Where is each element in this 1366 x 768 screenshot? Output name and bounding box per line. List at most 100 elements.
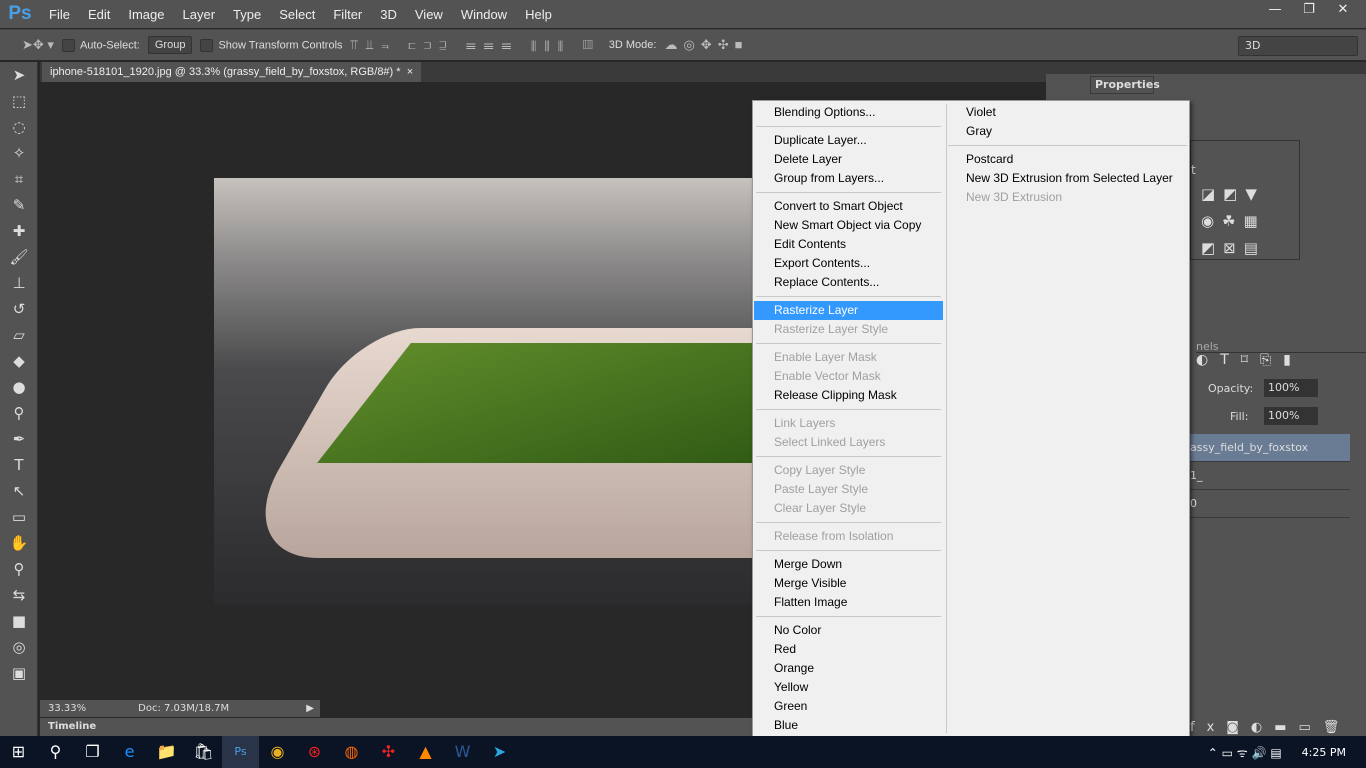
file-explorer-icon[interactable]: 📁 (148, 736, 185, 768)
quick-mask-icon[interactable]: ◎ (0, 634, 38, 660)
photoshop-icon[interactable]: Ps (222, 736, 259, 768)
menu-type[interactable]: Type (224, 7, 270, 22)
show-transform-checkbox[interactable]: Show Transform Controls (200, 38, 343, 52)
menu-view[interactable]: View (406, 7, 452, 22)
search-icon[interactable]: ⚲ (37, 736, 74, 768)
stamp-tool-icon[interactable]: ⊥ (0, 270, 38, 296)
align-icons[interactable]: ⫪⫫⫬ ⊏⊐⊒ ☰☰☰ ⫴⫴⫴ ▥ (351, 37, 601, 53)
store-icon[interactable]: 🛍 (185, 736, 222, 768)
menu-image[interactable]: Image (119, 7, 173, 22)
restore-button[interactable]: ❐ (1292, 0, 1326, 20)
menu-item-new-3d-extrusion-from-selected-layer[interactable]: New 3D Extrusion from Selected Layer (946, 169, 1189, 188)
auto-select-checkbox[interactable]: Auto-Select: (61, 38, 140, 52)
menu-item-group-from-layers[interactable]: Group from Layers... (754, 169, 943, 188)
menu-item-orange[interactable]: Orange (754, 659, 943, 678)
menu-item-red[interactable]: Red (754, 640, 943, 659)
pen-tool-icon[interactable]: ✒ (0, 426, 38, 452)
menu-item-replace-contents[interactable]: Replace Contents... (754, 273, 943, 292)
layer-row[interactable]: assy_field_by_foxstox (1190, 434, 1350, 462)
workspace-select[interactable]: 3D (1238, 36, 1358, 56)
eraser-tool-icon[interactable]: ▱ (0, 322, 38, 348)
hand-tool-icon[interactable]: ✋ (0, 530, 38, 556)
marquee-tool-icon[interactable]: ⬚ (0, 88, 38, 114)
menu-item-merge-visible[interactable]: Merge Visible (754, 574, 943, 593)
chrome-icon[interactable]: ◉ (259, 736, 296, 768)
layer-context-menu: Blending Options... Duplicate Layer... Del… (752, 100, 1190, 737)
menu-filter[interactable]: Filter (324, 7, 371, 22)
menu-item-blending-options[interactable]: Blending Options... (754, 103, 943, 122)
menu-item-release-clipping-mask[interactable]: Release Clipping Mask (754, 386, 943, 405)
vlc-icon[interactable]: ▲ (407, 736, 444, 768)
paint-bucket-tool-icon[interactable]: ◆ (0, 348, 38, 374)
rectangle-tool-icon[interactable]: ▭ (0, 504, 38, 530)
dodge-tool-icon[interactable]: ● (0, 374, 38, 400)
menu-item-green[interactable]: Green (754, 697, 943, 716)
history-brush-tool-icon[interactable]: ↺ (0, 296, 38, 322)
clock[interactable]: 4:25 PM (1302, 746, 1346, 759)
menu-item-violet[interactable]: Violet (946, 103, 1189, 122)
layer-row[interactable]: 1_ (1190, 462, 1350, 490)
layer-filter-icons[interactable]: ◐T⌑⎘▮ (1196, 352, 1303, 368)
menu-item-flatten-image[interactable]: Flatten Image (754, 593, 943, 612)
close-button[interactable]: ✕ (1326, 0, 1360, 20)
edge-icon[interactable]: e (111, 736, 148, 768)
word-icon[interactable]: W (444, 736, 481, 768)
brush-tool-icon[interactable]: 🖌 (0, 244, 38, 270)
fill-input[interactable]: 100% (1264, 407, 1318, 425)
menu-edit[interactable]: Edit (79, 7, 119, 22)
adjustment-icons[interactable]: ◪◩▼ ◉☘▦ ◩⊠▤ (1201, 181, 1266, 262)
menu-item-delete-layer[interactable]: Delete Layer (754, 150, 943, 169)
minimize-button[interactable]: — (1258, 0, 1292, 20)
screen-mode-icon[interactable]: ▣ (0, 660, 38, 686)
color-swatches-icon[interactable]: ■ (0, 608, 38, 634)
menu-help[interactable]: Help (516, 7, 561, 22)
menu-item-yellow[interactable]: Yellow (754, 678, 943, 697)
lasso-tool-icon[interactable]: ◌ (0, 114, 38, 140)
app-icon[interactable]: ⊛ (296, 736, 333, 768)
path-select-tool-icon[interactable]: ↖ (0, 478, 38, 504)
3d-mode-icons[interactable]: ☁◎✥✣■ (664, 37, 748, 53)
system-tray-icons[interactable]: ⌃ ▭ ᯤ 🔊 ▤ (1208, 744, 1282, 761)
group-select[interactable]: Group (147, 36, 193, 54)
healing-tool-icon[interactable]: ✚ (0, 218, 38, 244)
move-tool-icon[interactable]: ➤✥ ▾ (22, 37, 54, 53)
app2-icon[interactable]: ✣ (370, 736, 407, 768)
menu-item-convert-to-smart-object[interactable]: Convert to Smart Object (754, 197, 943, 216)
menu-item-gray[interactable]: Gray (946, 122, 1189, 141)
firefox-icon[interactable]: ◍ (333, 736, 370, 768)
crop-tool-icon[interactable]: ⌗ (0, 166, 38, 192)
telegram-icon[interactable]: ➤ (481, 736, 518, 768)
zoom-tool-icon[interactable]: ⚲ (0, 556, 38, 582)
eyedropper-tool-icon[interactable]: ✎ (0, 192, 38, 218)
menu-item-export-contents[interactable]: Export Contents... (754, 254, 943, 273)
menu-item-new-smart-object-via-copy[interactable]: New Smart Object via Copy (754, 216, 943, 235)
layer-action-icons[interactable]: fx◙◐▬▭🗑 (1190, 720, 1351, 735)
canvas-image[interactable] (214, 178, 760, 605)
start-icon[interactable]: ⊞ (0, 736, 37, 768)
blur-tool-icon[interactable]: ⚲ (0, 400, 38, 426)
move-tool-icon[interactable]: ➤ (0, 62, 38, 88)
menu-select[interactable]: Select (270, 7, 324, 22)
document-tab[interactable]: iphone-518101_1920.jpg @ 33.3% (grassy_f… (42, 62, 422, 82)
opacity-input[interactable]: 100% (1264, 379, 1318, 397)
swap-colors-icon[interactable]: ⇆ (0, 582, 38, 608)
menu-item-blue[interactable]: Blue (754, 716, 943, 735)
menu-window[interactable]: Window (452, 7, 516, 22)
menu-item-duplicate-layer[interactable]: Duplicate Layer... (754, 131, 943, 150)
close-tab-icon[interactable]: × (407, 66, 413, 78)
properties-tab[interactable]: Properties (1090, 76, 1160, 94)
menu-layer[interactable]: Layer (174, 7, 225, 22)
status-arrow-icon[interactable]: ▶ (306, 703, 314, 714)
menu-3d[interactable]: 3D (371, 7, 406, 22)
menu-item-merge-down[interactable]: Merge Down (754, 555, 943, 574)
layer-row[interactable]: 0 (1190, 490, 1350, 518)
menu-item-postcard[interactable]: Postcard (946, 150, 1189, 169)
menu-file[interactable]: File (40, 7, 79, 22)
magic-wand-tool-icon[interactable]: ✧ (0, 140, 38, 166)
type-tool-icon[interactable]: T (0, 452, 38, 478)
menu-item-no-color[interactable]: No Color (754, 621, 943, 640)
task-view-icon[interactable]: ❐ (74, 736, 111, 768)
menu-item-edit-contents[interactable]: Edit Contents (754, 235, 943, 254)
menu-item-rasterize-layer[interactable]: Rasterize Layer (754, 301, 943, 320)
zoom-level[interactable]: 33.33% (48, 703, 86, 714)
